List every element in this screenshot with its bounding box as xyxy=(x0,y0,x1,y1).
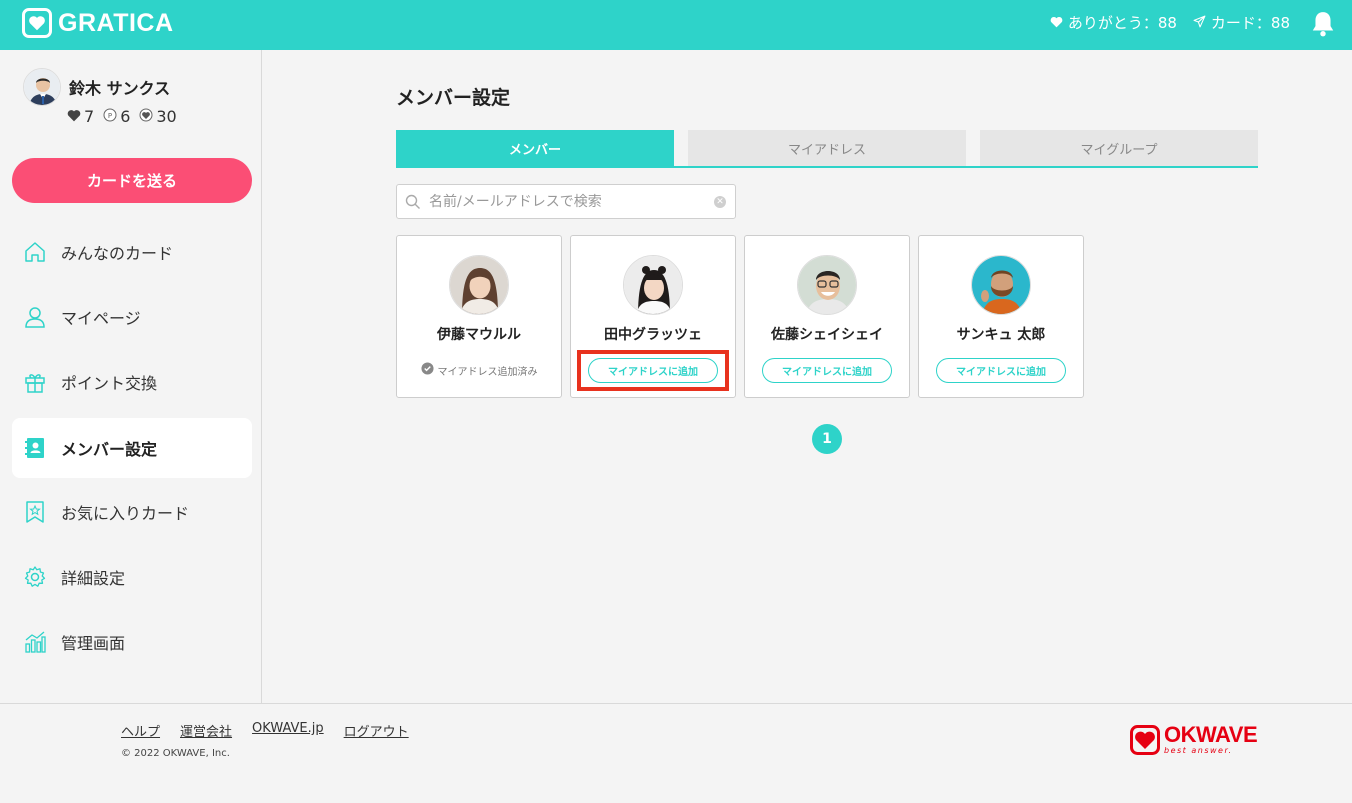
check-circle-icon xyxy=(420,362,434,378)
okwave-logo[interactable]: OKWAVE best answer. xyxy=(1130,722,1258,759)
gear-icon xyxy=(22,564,48,590)
added-status: マイアドレス追加済み xyxy=(397,362,561,378)
added-status-label: マイアドレス追加済み xyxy=(437,366,538,378)
search-icon xyxy=(405,194,421,214)
member-avatar xyxy=(797,255,857,315)
tab-my-group[interactable]: マイグループ xyxy=(980,130,1258,166)
hearts-count: 7 xyxy=(84,107,95,126)
member-card: 佐藤シェイシェイ マイアドレスに追加 xyxy=(744,235,910,398)
heart-icon xyxy=(1050,14,1063,32)
user-badges: 30 xyxy=(139,107,177,126)
heart-logo-icon xyxy=(22,8,52,38)
nav-item-mypage[interactable]: マイページ xyxy=(12,287,252,347)
nav-label: ポイント交換 xyxy=(61,374,158,393)
bookmark-star-icon xyxy=(22,499,48,525)
nav-item-favorite-cards[interactable]: お気に入りカード xyxy=(12,482,252,542)
add-to-my-address-button[interactable]: マイアドレスに追加 xyxy=(588,358,718,383)
nav-label: 詳細設定 xyxy=(61,569,126,588)
page-title: メンバー設定 xyxy=(396,87,511,109)
member-name: サンキュ 太郎 xyxy=(956,327,1046,343)
bell-icon[interactable] xyxy=(1310,10,1336,38)
cards-label: カード：88 xyxy=(1210,14,1290,32)
thanks-count: ありがとう：88 xyxy=(1050,12,1177,33)
thanks-label: ありがとう：88 xyxy=(1067,14,1177,32)
footer-links: ヘルプ 運営会社 OKWAVE.jp ログアウト xyxy=(121,721,409,740)
member-name: 伊藤マウルル xyxy=(437,327,521,343)
header-stats: ありがとう：88 カード：88 xyxy=(1034,12,1290,33)
heart-badge-icon xyxy=(139,107,153,126)
member-card: 田中グラッツェ マイアドレスに追加 xyxy=(570,235,736,398)
copyright: © 2022 OKWAVE, Inc. xyxy=(121,748,230,759)
pagination-page-1[interactable]: 1 xyxy=(812,424,842,454)
nav-item-point-exchange[interactable]: ポイント交換 xyxy=(12,352,252,412)
point-coin-icon: P xyxy=(103,107,117,126)
gratica-logo[interactable]: GRATICA xyxy=(22,8,174,38)
search-box: ✕ xyxy=(396,184,736,219)
user-avatar[interactable] xyxy=(23,68,61,106)
add-to-my-address-button[interactable]: マイアドレスに追加 xyxy=(936,358,1066,383)
tab-my-address[interactable]: マイアドレス xyxy=(688,130,966,166)
nav-label: メンバー設定 xyxy=(61,440,158,459)
nav-item-admin[interactable]: 管理画面 xyxy=(12,612,252,672)
brand-name: GRATICA xyxy=(58,8,174,37)
user-points: P 6 xyxy=(103,107,130,126)
gift-icon xyxy=(22,369,48,395)
member-name: 佐藤シェイシェイ xyxy=(771,327,883,343)
chart-icon xyxy=(22,629,48,655)
nav-label: 管理画面 xyxy=(61,634,126,653)
nav-item-everyone-cards[interactable]: みんなのカード xyxy=(12,222,252,282)
user-hearts: 7 xyxy=(67,107,94,126)
add-to-my-address-button[interactable]: マイアドレスに追加 xyxy=(762,358,892,383)
user-stats: 7 P 6 30 xyxy=(67,107,186,126)
user-name: 鈴木 サンクス xyxy=(69,79,171,98)
member-avatar xyxy=(449,255,509,315)
home-icon xyxy=(22,239,48,265)
paper-plane-icon xyxy=(1193,14,1206,32)
footer-link-help[interactable]: ヘルプ xyxy=(121,721,160,740)
member-card: 伊藤マウルル マイアドレス追加済み xyxy=(396,235,562,398)
svg-text:P: P xyxy=(108,112,112,120)
member-card: サンキュ 太郎 マイアドレスに追加 xyxy=(918,235,1084,398)
tab-bar: メンバー マイアドレス マイグループ xyxy=(396,130,1258,168)
search-input[interactable] xyxy=(429,191,709,213)
member-avatar xyxy=(623,255,683,315)
tab-members[interactable]: メンバー xyxy=(396,130,674,166)
contacts-icon xyxy=(22,435,48,461)
heart-icon xyxy=(67,107,81,126)
nav-label: お気に入りカード xyxy=(61,504,190,523)
footer-link-okwave[interactable]: OKWAVE.jp xyxy=(252,721,324,740)
nav-item-detail-settings[interactable]: 詳細設定 xyxy=(12,547,252,607)
cards-count: カード：88 xyxy=(1193,12,1290,33)
footer-link-logout[interactable]: ログアウト xyxy=(344,721,409,740)
member-avatar xyxy=(971,255,1031,315)
okwave-heart-icon xyxy=(1130,725,1160,759)
badges-count: 30 xyxy=(156,107,177,126)
nav-label: マイページ xyxy=(61,309,141,328)
nav-item-member-settings[interactable]: メンバー設定 xyxy=(12,418,252,478)
footer: ヘルプ 運営会社 OKWAVE.jp ログアウト © 2022 OKWAVE, … xyxy=(0,703,1352,803)
sidebar: 鈴木 サンクス 7 P 6 30 カードを送る みんなのカード マイページ ポイ… xyxy=(0,50,262,703)
okwave-name: OKWAVE xyxy=(1164,722,1258,747)
app-header: GRATICA ありがとう：88 カード：88 xyxy=(0,0,1352,50)
points-count: 6 xyxy=(120,107,131,126)
footer-link-company[interactable]: 運営会社 xyxy=(180,721,232,740)
member-name: 田中グラッツェ xyxy=(604,327,702,343)
person-icon xyxy=(22,304,48,330)
clear-search-icon[interactable]: ✕ xyxy=(714,196,726,208)
nav-label: みんなのカード xyxy=(61,244,174,263)
send-card-button[interactable]: カードを送る xyxy=(12,158,252,203)
